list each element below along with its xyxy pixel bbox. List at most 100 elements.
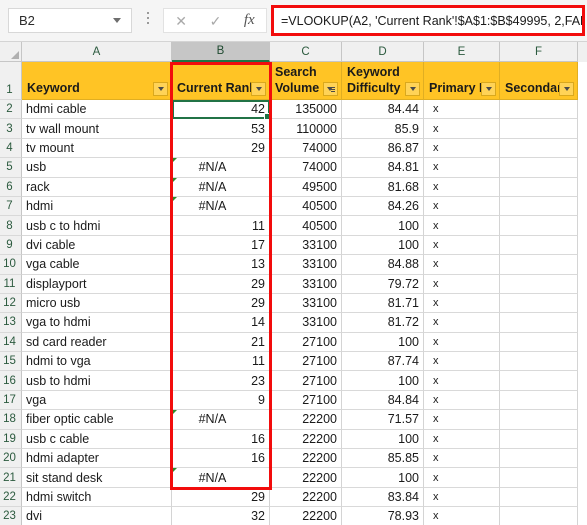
cell-keyword-difficulty[interactable]: 87.74 xyxy=(342,352,424,372)
cell-search-volume[interactable]: 27100 xyxy=(270,390,342,411)
column-header-d[interactable]: D xyxy=(342,42,424,62)
cell-keyword-difficulty[interactable]: 84.81 xyxy=(342,158,424,178)
cell-search-volume[interactable]: 33100 xyxy=(270,235,342,256)
row-header[interactable]: 11 xyxy=(0,274,22,294)
cell-secondary-keyword[interactable] xyxy=(500,390,578,411)
cell-keyword[interactable]: tv mount xyxy=(22,138,172,159)
cell-search-volume[interactable]: 40500 xyxy=(270,216,342,236)
row-header[interactable]: 7 xyxy=(0,196,22,217)
cell-keyword-difficulty[interactable]: 85.85 xyxy=(342,449,424,469)
cell-keyword[interactable]: hdmi adapter xyxy=(22,449,172,469)
cell-secondary-keyword[interactable] xyxy=(500,293,578,314)
row-header[interactable]: 9 xyxy=(0,235,22,256)
filter-dropdown-icon[interactable] xyxy=(559,82,574,96)
cell-keyword[interactable]: hdmi cable xyxy=(22,100,172,120)
cell-current-rank[interactable]: 16 xyxy=(172,429,270,450)
cell-current-rank[interactable]: 9 xyxy=(172,390,270,411)
cell-primary-keyword[interactable]: x xyxy=(424,429,500,450)
cell-keyword[interactable]: sit stand desk xyxy=(22,468,172,488)
row-header[interactable]: 4 xyxy=(0,138,22,159)
cell-keyword[interactable]: usb to hdmi xyxy=(22,371,172,391)
cell-current-rank[interactable]: #N/A xyxy=(172,196,270,217)
cell-current-rank[interactable]: 14 xyxy=(172,313,270,333)
cell-keyword-difficulty[interactable]: 100 xyxy=(342,468,424,488)
cell-primary-keyword[interactable]: x xyxy=(424,352,500,372)
cell-keyword[interactable]: rack xyxy=(22,177,172,197)
cell-current-rank[interactable]: #N/A xyxy=(172,468,270,488)
table-header-cell[interactable]: Keyword Difficulty xyxy=(342,62,424,100)
cell-current-rank[interactable]: 13 xyxy=(172,255,270,275)
cell-keyword-difficulty[interactable]: 84.88 xyxy=(342,255,424,275)
cell-keyword-difficulty[interactable]: 100 xyxy=(342,332,424,353)
table-header-cell[interactable]: Current Rank xyxy=(172,62,270,100)
column-header-c[interactable]: C xyxy=(270,42,342,62)
cell-search-volume[interactable]: 22200 xyxy=(270,449,342,469)
cell-secondary-keyword[interactable] xyxy=(500,158,578,178)
cell-primary-keyword[interactable]: x xyxy=(424,507,500,525)
cell-current-rank[interactable]: 16 xyxy=(172,449,270,469)
cell-keyword[interactable]: usb c cable xyxy=(22,429,172,450)
cell-secondary-keyword[interactable] xyxy=(500,274,578,294)
filter-dropdown-icon[interactable] xyxy=(405,82,420,96)
cell-secondary-keyword[interactable] xyxy=(500,196,578,217)
column-header-f[interactable]: F xyxy=(500,42,578,62)
cell-search-volume[interactable]: 40500 xyxy=(270,196,342,217)
cell-search-volume[interactable]: 110000 xyxy=(270,119,342,139)
cell-keyword-difficulty[interactable]: 100 xyxy=(342,235,424,256)
row-header[interactable]: 5 xyxy=(0,158,22,178)
cell-search-volume[interactable]: 33100 xyxy=(270,255,342,275)
column-header-b[interactable]: B xyxy=(172,42,270,62)
cell-keyword[interactable]: tv wall mount xyxy=(22,119,172,139)
cell-secondary-keyword[interactable] xyxy=(500,332,578,353)
cell-keyword[interactable]: hdmi switch xyxy=(22,487,172,508)
cell-primary-keyword[interactable]: x xyxy=(424,468,500,488)
cell-keyword-difficulty[interactable]: 100 xyxy=(342,216,424,236)
cell-current-rank[interactable]: 29 xyxy=(172,487,270,508)
cell-search-volume[interactable]: 22200 xyxy=(270,507,342,525)
confirm-icon[interactable]: ✓ xyxy=(210,14,222,28)
cell-current-rank[interactable]: 53 xyxy=(172,119,270,139)
cell-search-volume[interactable]: 27100 xyxy=(270,332,342,353)
filter-dropdown-icon[interactable] xyxy=(153,82,168,96)
select-all-corner[interactable] xyxy=(0,42,22,62)
cell-current-rank[interactable]: #N/A xyxy=(172,410,270,430)
cell-search-volume[interactable]: 27100 xyxy=(270,352,342,372)
cancel-icon[interactable]: ✕ xyxy=(175,14,187,28)
cell-secondary-keyword[interactable] xyxy=(500,138,578,159)
cell-secondary-keyword[interactable] xyxy=(500,371,578,391)
cell-current-rank[interactable]: 29 xyxy=(172,138,270,159)
cell-keyword[interactable]: vga xyxy=(22,390,172,411)
cell-keyword-difficulty[interactable]: 84.26 xyxy=(342,196,424,217)
formula-input-highlight[interactable]: =VLOOKUP(A2, 'Current Rank'!$A$1:$B$4999… xyxy=(271,5,585,36)
cell-secondary-keyword[interactable] xyxy=(500,177,578,197)
cell-search-volume[interactable]: 27100 xyxy=(270,371,342,391)
cell-search-volume[interactable]: 22200 xyxy=(270,410,342,430)
cell-keyword-difficulty[interactable]: 71.57 xyxy=(342,410,424,430)
cell-primary-keyword[interactable]: x xyxy=(424,255,500,275)
cell-keyword-difficulty[interactable]: 100 xyxy=(342,429,424,450)
cell-current-rank[interactable]: 11 xyxy=(172,352,270,372)
cell-current-rank[interactable]: 29 xyxy=(172,293,270,314)
cell-secondary-keyword[interactable] xyxy=(500,235,578,256)
chevron-down-icon[interactable] xyxy=(113,18,121,23)
cell-keyword[interactable]: micro usb xyxy=(22,293,172,314)
table-header-cell[interactable]: Keyword xyxy=(22,62,172,100)
cell-search-volume[interactable]: 33100 xyxy=(270,274,342,294)
row-header[interactable]: 18 xyxy=(0,410,22,430)
cell-keyword-difficulty[interactable]: 79.72 xyxy=(342,274,424,294)
cell-secondary-keyword[interactable] xyxy=(500,429,578,450)
cell-secondary-keyword[interactable] xyxy=(500,352,578,372)
cell-keyword-difficulty[interactable]: 81.68 xyxy=(342,177,424,197)
cell-current-rank[interactable]: 23 xyxy=(172,371,270,391)
cell-search-volume[interactable]: 22200 xyxy=(270,429,342,450)
row-header[interactable]: 2 xyxy=(0,100,22,120)
cell-search-volume[interactable]: 22200 xyxy=(270,468,342,488)
column-header-e[interactable]: E xyxy=(424,42,500,62)
cell-secondary-keyword[interactable] xyxy=(500,216,578,236)
cell-primary-keyword[interactable]: x xyxy=(424,158,500,178)
cell-secondary-keyword[interactable] xyxy=(500,449,578,469)
cell-keyword[interactable]: hdmi xyxy=(22,196,172,217)
cell-search-volume[interactable]: 22200 xyxy=(270,487,342,508)
cell-keyword[interactable]: sd card reader xyxy=(22,332,172,353)
row-header[interactable]: 14 xyxy=(0,332,22,353)
